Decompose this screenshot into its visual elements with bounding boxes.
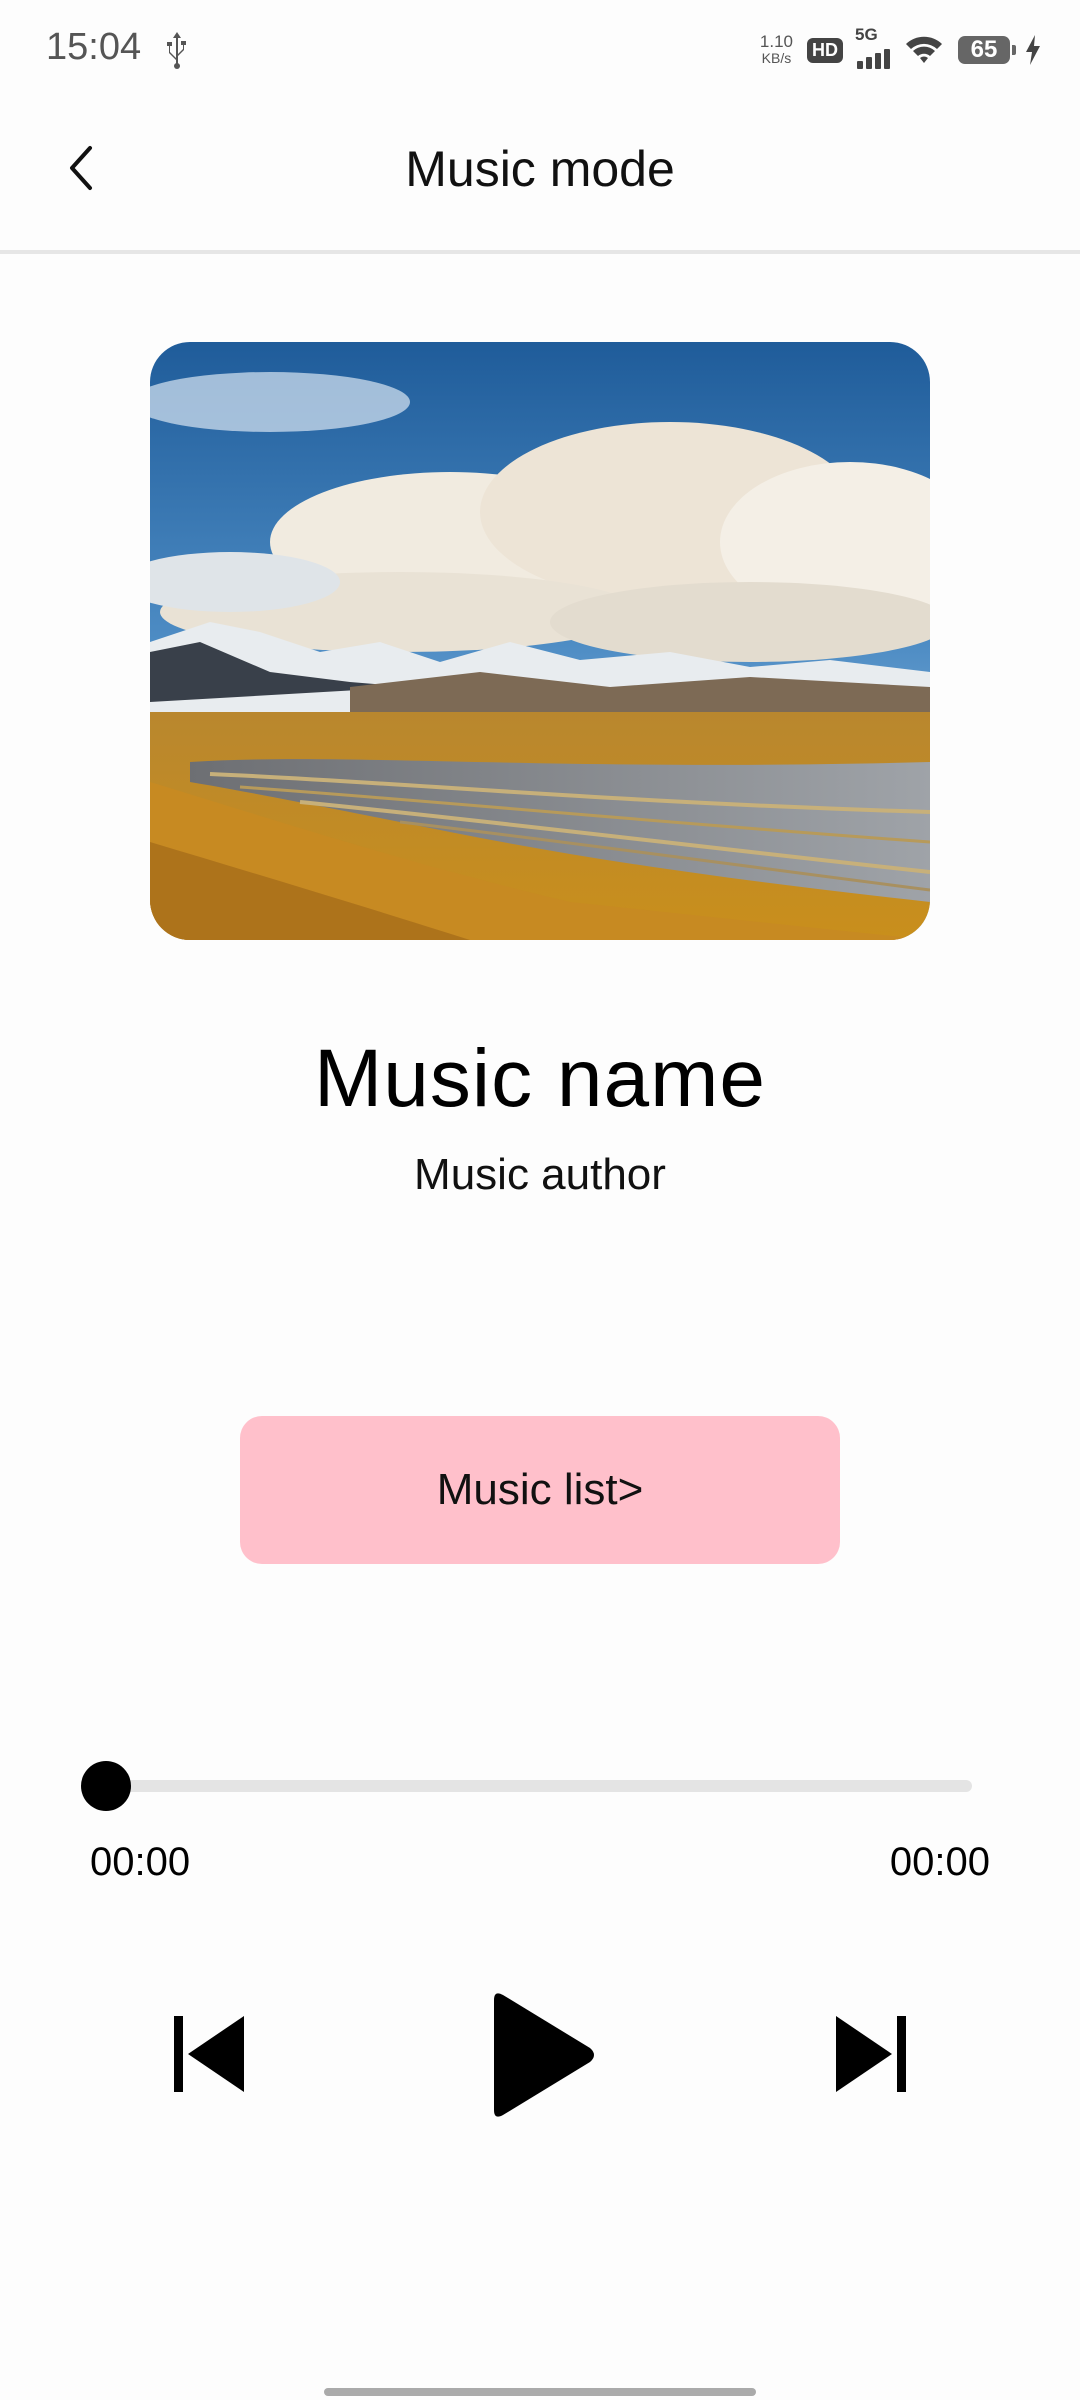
signal-icon: 5G bbox=[855, 25, 890, 69]
music-list-button[interactable]: Music list> bbox=[240, 1416, 840, 1564]
album-cover bbox=[150, 342, 930, 940]
network-type: 5G bbox=[855, 25, 878, 44]
status-bar: 15:04 1.10 KB/s HD 5G 65 bbox=[0, 0, 1080, 100]
landscape-cover-image bbox=[150, 342, 930, 940]
next-button[interactable] bbox=[832, 2012, 908, 2096]
network-speed: 1.10 KB/s bbox=[759, 32, 793, 66]
network-speed-unit: KB/s bbox=[761, 50, 792, 66]
charging-icon bbox=[1026, 35, 1040, 65]
status-time: 15:04 bbox=[46, 26, 142, 68]
battery-icon: 65 bbox=[958, 36, 1016, 64]
battery-level: 65 bbox=[970, 36, 998, 63]
current-time: 00:00 bbox=[90, 1840, 191, 1884]
play-button[interactable] bbox=[488, 1990, 598, 2120]
total-time: 00:00 bbox=[889, 1840, 990, 1884]
progress-slider[interactable] bbox=[81, 1761, 972, 1811]
previous-button[interactable] bbox=[172, 2012, 248, 2096]
network-speed-value: 1.10 bbox=[759, 32, 793, 51]
progress-thumb[interactable] bbox=[81, 1761, 131, 1811]
skip-previous-icon bbox=[174, 2016, 244, 2092]
usb-icon bbox=[167, 32, 186, 69]
play-icon bbox=[494, 1993, 594, 2117]
hd-icon: HD bbox=[807, 37, 843, 63]
track-title: Music name bbox=[313, 1033, 767, 1124]
home-indicator[interactable] bbox=[324, 2388, 756, 2396]
wifi-icon bbox=[906, 36, 942, 63]
page-title: Music mode bbox=[405, 141, 675, 197]
track-artist: Music author bbox=[414, 1150, 666, 1199]
app-header: Music mode bbox=[0, 100, 1080, 254]
skip-next-icon bbox=[836, 2016, 906, 2092]
